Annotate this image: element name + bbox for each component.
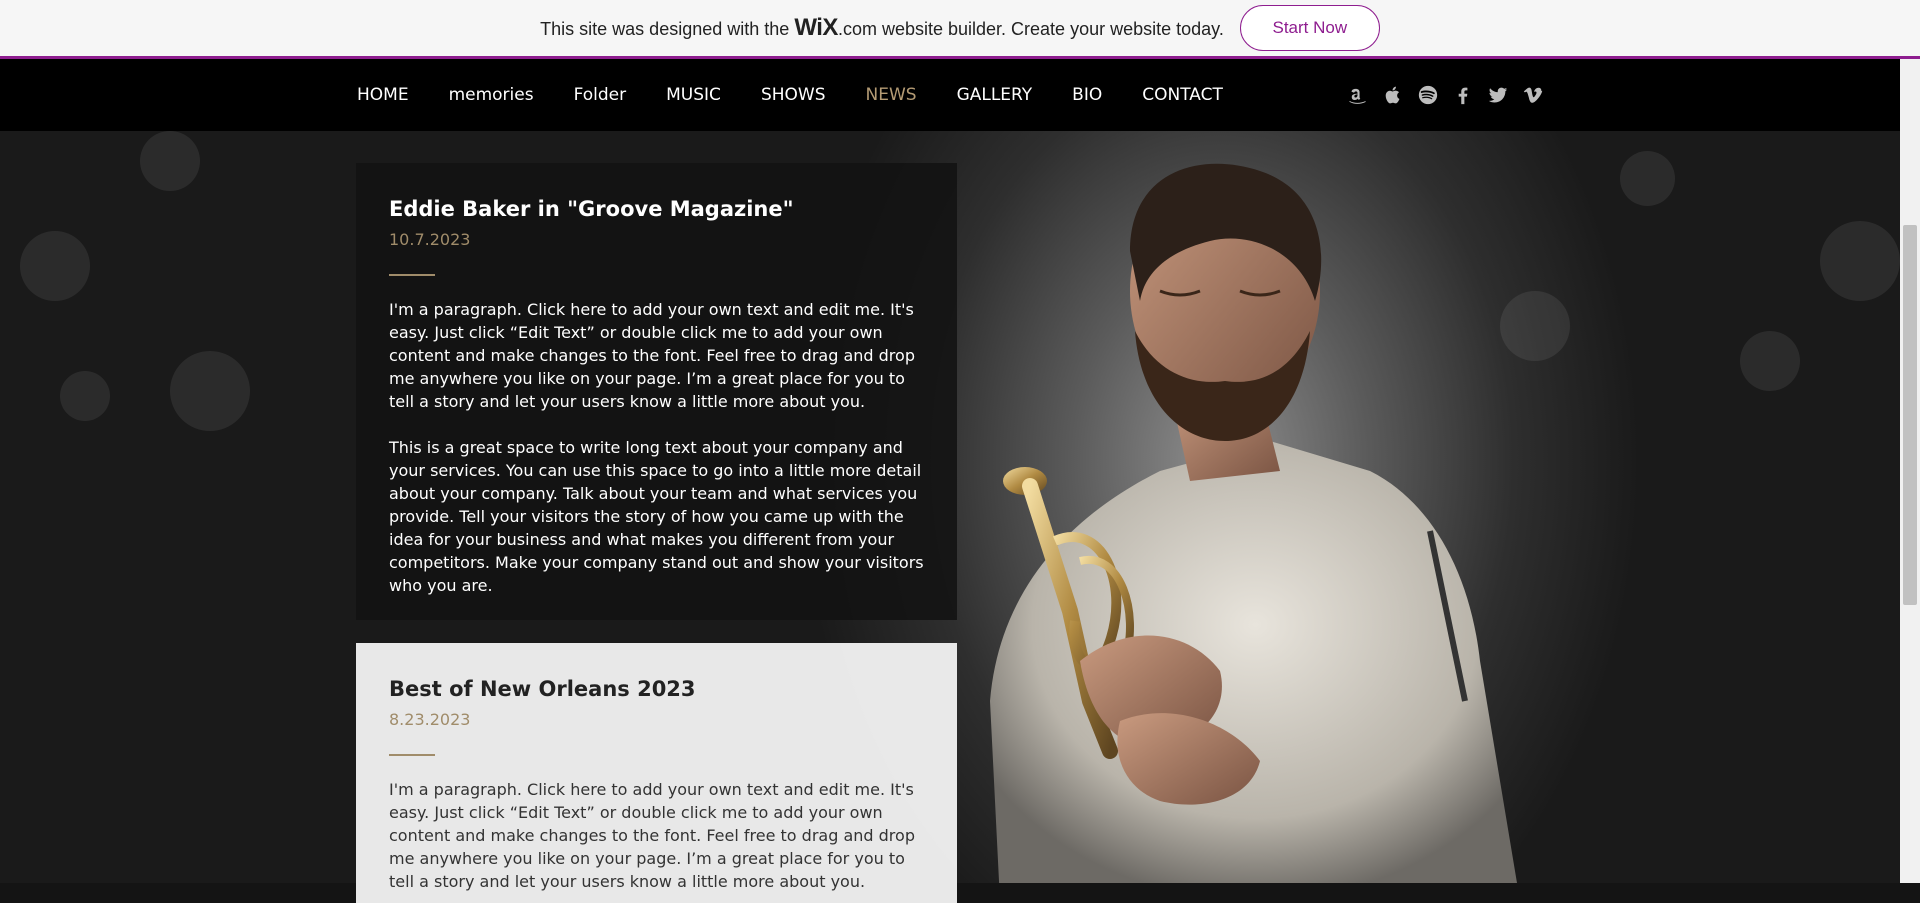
article-paragraph: I'm a paragraph. Click here to add your … — [389, 780, 915, 891]
article-divider — [389, 754, 435, 756]
article-date: 8.23.2023 — [389, 710, 471, 729]
nav-item-contact[interactable]: CONTACT — [1142, 85, 1223, 105]
nav-item-news[interactable]: NEWS — [866, 85, 917, 105]
article-paragraph: This is a great space to write long text… — [389, 438, 924, 595]
banner-text: This site was designed with the WiX.com … — [540, 14, 1224, 42]
main-nav: HOME memories Folder MUSIC SHOWS NEWS GA… — [0, 59, 1920, 131]
article-title[interactable]: Best of New Orleans 2023 — [389, 675, 925, 703]
nav-item-bio[interactable]: BIO — [1072, 85, 1102, 105]
musician-photo — [990, 163, 1517, 883]
page-scrollbar[interactable] — [1900, 59, 1920, 883]
bokeh-light — [20, 231, 90, 301]
article-divider — [389, 274, 435, 276]
apple-icon[interactable] — [1381, 83, 1404, 106]
vimeo-icon[interactable] — [1521, 83, 1544, 106]
wix-logo-suffix: .com — [837, 19, 877, 39]
amazon-icon[interactable] — [1346, 83, 1369, 106]
banner-text-after: website builder. Create your website tod… — [881, 19, 1224, 39]
bokeh-light — [170, 351, 250, 431]
nav-links: HOME memories Folder MUSIC SHOWS NEWS GA… — [357, 59, 1263, 131]
article-paragraph: I'm a paragraph. Click here to add your … — [389, 300, 915, 411]
facebook-icon[interactable] — [1451, 83, 1474, 106]
nav-item-home[interactable]: HOME — [357, 85, 409, 105]
twitter-icon[interactable] — [1486, 83, 1509, 106]
wix-promo-banner: This site was designed with the WiX.com … — [0, 0, 1920, 59]
news-article-card: Eddie Baker in "Groove Magazine" 10.7.20… — [356, 163, 957, 620]
bokeh-light — [140, 131, 200, 191]
nav-item-folder[interactable]: Folder — [574, 85, 627, 105]
bokeh-light — [1620, 151, 1675, 206]
bokeh-light — [1740, 331, 1800, 391]
start-now-button[interactable]: Start Now — [1239, 5, 1380, 51]
spotify-icon[interactable] — [1416, 83, 1439, 106]
wix-logo: WiX — [794, 14, 838, 41]
banner-text-before: This site was designed with the — [540, 19, 790, 39]
scrollbar-thumb[interactable] — [1903, 225, 1917, 605]
nav-item-memories[interactable]: memories — [449, 85, 534, 105]
nav-item-music[interactable]: MUSIC — [666, 85, 721, 105]
nav-item-shows[interactable]: SHOWS — [761, 85, 826, 105]
social-links — [1346, 83, 1544, 106]
nav-item-gallery[interactable]: GALLERY — [957, 85, 1033, 105]
news-article-card: Best of New Orleans 2023 8.23.2023 I'm a… — [356, 643, 957, 903]
article-title[interactable]: Eddie Baker in "Groove Magazine" — [389, 195, 925, 223]
bokeh-light — [1820, 221, 1900, 301]
bokeh-light — [60, 371, 110, 421]
article-date: 10.7.2023 — [389, 230, 471, 249]
